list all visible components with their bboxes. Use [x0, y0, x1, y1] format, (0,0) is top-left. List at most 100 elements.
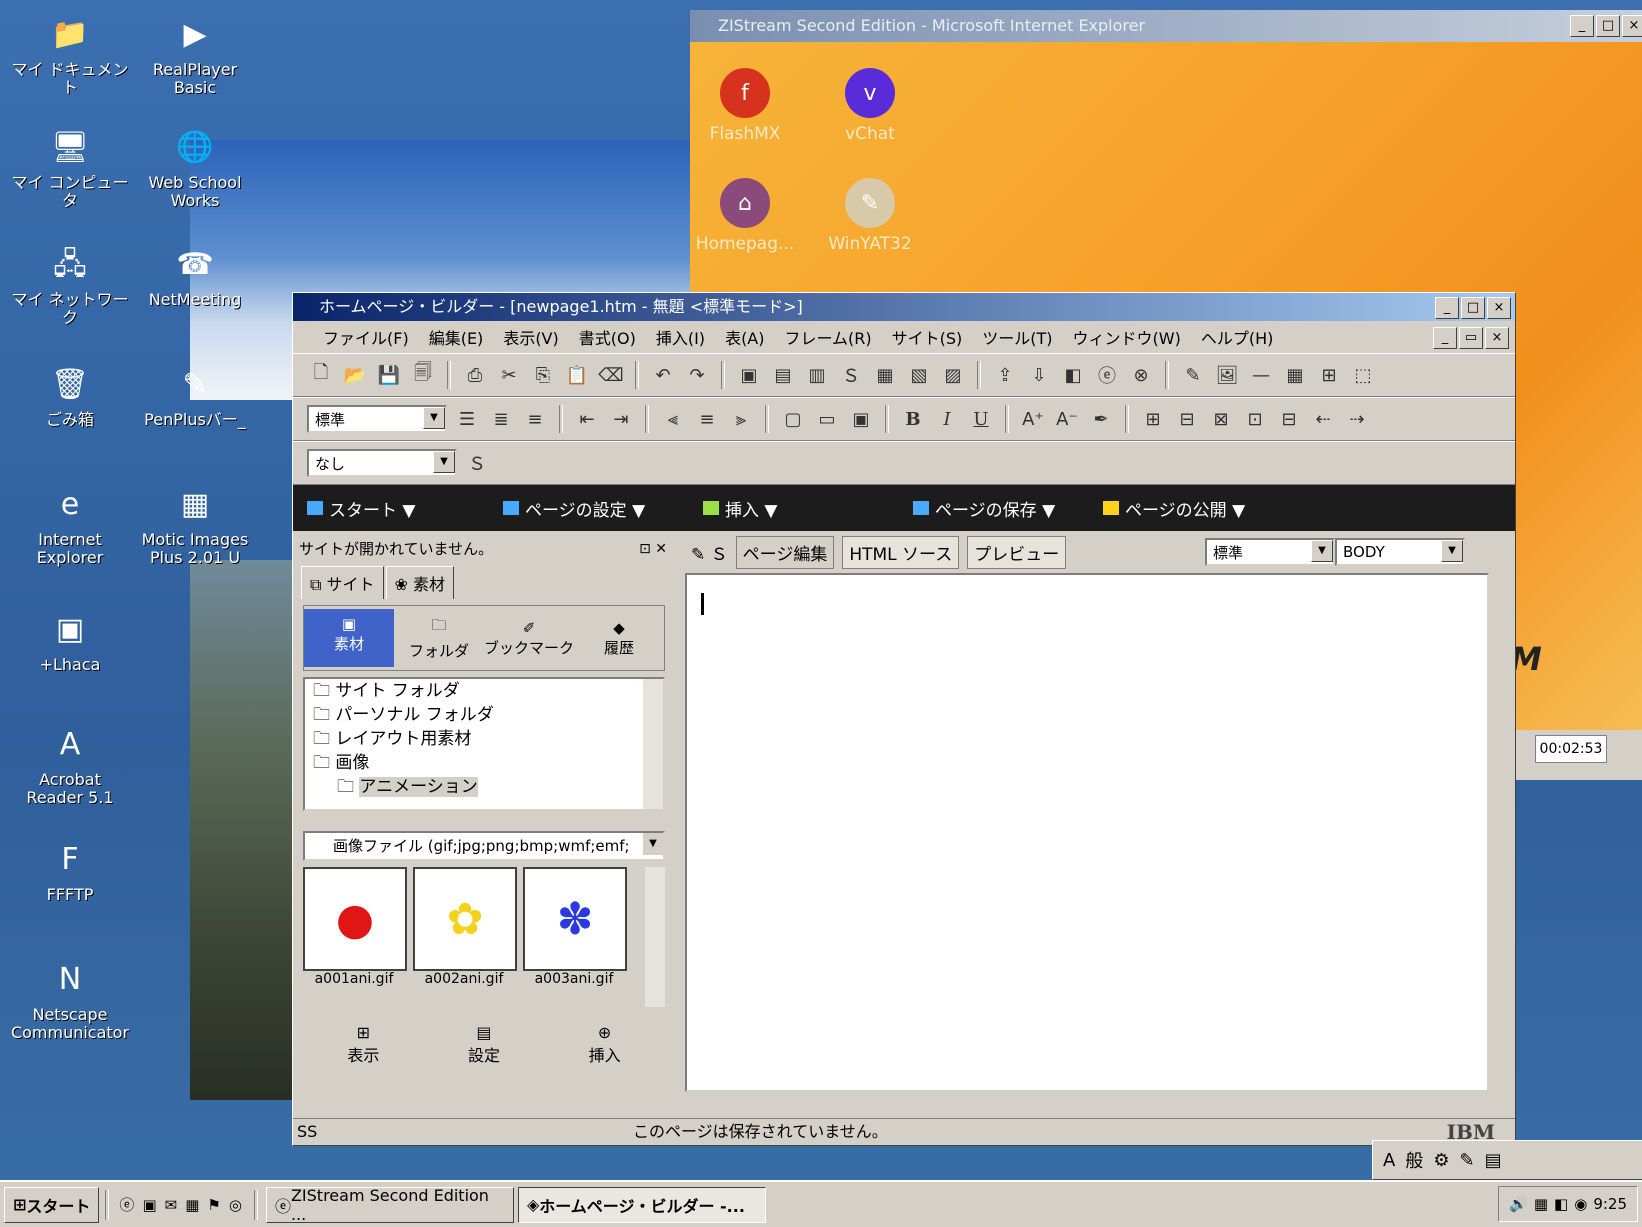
- list-icon[interactable]: ☰: [453, 405, 481, 433]
- panel-controls[interactable]: ⊡ ✕: [639, 535, 667, 563]
- thumbnail[interactable]: ✿ a002ani.gif: [413, 867, 517, 1007]
- table-left-icon[interactable]: ⇠: [1309, 405, 1337, 433]
- cut-icon[interactable]: ✂: [495, 361, 523, 389]
- page-editor[interactable]: [685, 573, 1489, 1092]
- align-right-icon[interactable]: ⫸: [727, 405, 755, 433]
- box-icon[interactable]: ▢: [779, 405, 807, 433]
- mode-combo[interactable]: 標準 ▼: [1205, 538, 1335, 566]
- definition-list-icon[interactable]: ≡: [521, 405, 549, 433]
- chevron-down-icon[interactable]: ▼: [1441, 540, 1463, 562]
- task-builder[interactable]: ◈ ホームページ・ビルダー -...: [517, 1186, 766, 1223]
- view-layout-icon[interactable]: ▧: [905, 361, 933, 389]
- start-button[interactable]: ⊞ スタート: [4, 1186, 100, 1223]
- ime-pad-icon[interactable]: ✎: [1459, 1150, 1474, 1171]
- browser-icon[interactable]: ⓔ: [1093, 361, 1121, 389]
- tree-item[interactable]: 🗀 レイアウト用素材: [313, 727, 663, 751]
- box3-icon[interactable]: ▣: [847, 405, 875, 433]
- insert-material-button[interactable]: ⊕ 挿入: [589, 1023, 621, 1066]
- quicklaunch-app3-icon[interactable]: ◎: [229, 1196, 242, 1214]
- menu-item[interactable]: 編集(E): [429, 325, 484, 349]
- new-page-icon[interactable]: 🗋: [307, 361, 335, 389]
- chevron-down-icon[interactable]: ▼: [423, 407, 445, 429]
- upload-icon[interactable]: ⇪: [991, 361, 1019, 389]
- close-button[interactable]: ×: [1487, 297, 1511, 319]
- tree-item[interactable]: 🗀 サイト フォルダ: [313, 679, 663, 703]
- preview-icon[interactable]: ◧: [1059, 361, 1087, 389]
- undo-icon[interactable]: ↶: [649, 361, 677, 389]
- table-right-icon[interactable]: ⇢: [1343, 405, 1371, 433]
- font-smaller-icon[interactable]: A⁻: [1053, 405, 1081, 433]
- ie-page-icon[interactable]: f FlashMX: [690, 68, 800, 144]
- view-edit-icon[interactable]: ▣: [735, 361, 763, 389]
- bookmark-button[interactable]: ✐ ブックマーク: [484, 619, 574, 658]
- menu-item[interactable]: サイト(S): [892, 325, 963, 349]
- download-icon[interactable]: ⇩: [1025, 361, 1053, 389]
- quicklaunch-app2-icon[interactable]: ⚑: [207, 1196, 220, 1214]
- save-page-button[interactable]: ページの保存 ▼: [913, 496, 1055, 521]
- layout-frame-icon[interactable]: ⬚: [1349, 361, 1377, 389]
- view-button[interactable]: ⊞ 表示: [347, 1023, 379, 1066]
- font-bigger-icon[interactable]: A⁺: [1019, 405, 1047, 433]
- image-icon[interactable]: 🖼: [1213, 361, 1241, 389]
- table-col-icon[interactable]: ⊟: [1173, 405, 1201, 433]
- save-all-icon[interactable]: 🗐: [409, 361, 437, 389]
- align-center-icon[interactable]: ≡: [693, 405, 721, 433]
- save-icon[interactable]: 💾: [375, 361, 403, 389]
- maximize-button[interactable]: □: [1461, 297, 1485, 319]
- task-ie[interactable]: ⓔ ZIStream Second Edition ...: [265, 1186, 514, 1224]
- mdi-minimize-button[interactable]: _: [1433, 327, 1457, 349]
- material-button[interactable]: ▣ 素材: [304, 609, 394, 667]
- bold-button[interactable]: B: [899, 405, 927, 433]
- ime-conv[interactable]: 般: [1405, 1147, 1423, 1173]
- ie-page-icon[interactable]: v vChat: [815, 68, 925, 144]
- quicklaunch-ie-icon[interactable]: ⓔ: [119, 1194, 134, 1215]
- desktop-icon[interactable]: ✎ PenPlusバー_: [135, 365, 255, 429]
- desktop-icon[interactable]: ▶ RealPlayer Basic: [135, 15, 255, 97]
- publish-page-button[interactable]: ページの公開 ▼: [1103, 496, 1245, 521]
- desktop-icon[interactable]: ☎ NetMeeting: [135, 245, 255, 309]
- script-icon[interactable]: Ｓ: [463, 449, 491, 477]
- print-icon[interactable]: ⎙: [461, 361, 489, 389]
- italic-button[interactable]: I: [933, 405, 961, 433]
- view-frame-icon[interactable]: ▤: [769, 361, 797, 389]
- thumbnail[interactable]: ✽ a003ani.gif: [523, 867, 627, 1007]
- tab-page-edit[interactable]: ページ編集: [735, 535, 835, 569]
- menu-item[interactable]: ファイル(F): [323, 325, 409, 349]
- chevron-down-icon[interactable]: ▼: [433, 451, 455, 473]
- menu-item[interactable]: 挿入(I): [656, 325, 705, 349]
- numbered-list-icon[interactable]: ≣: [487, 405, 515, 433]
- desktop-icon[interactable]: 🖥 マイ コンピュータ: [10, 128, 130, 210]
- quicklaunch-outlook-icon[interactable]: ✉: [165, 1196, 178, 1214]
- tab-preview[interactable]: プレビュー: [967, 535, 1067, 569]
- thumb-scrollbar[interactable]: [645, 867, 665, 1007]
- history-button[interactable]: ◆ 履歴: [574, 619, 664, 658]
- desktop-icon[interactable]: 🌐 Web School Works: [135, 128, 255, 210]
- mdi-close-button[interactable]: ×: [1485, 327, 1509, 349]
- stop-icon[interactable]: ⊗: [1127, 361, 1155, 389]
- mdi-restore-button[interactable]: ▭: [1459, 327, 1483, 349]
- desktop-icon[interactable]: 📁 マイ ドキュメント: [10, 15, 130, 97]
- menu-item[interactable]: ウィンドウ(W): [1073, 325, 1181, 349]
- tree-scrollbar[interactable]: [643, 679, 663, 809]
- redo-icon[interactable]: ↷: [683, 361, 711, 389]
- quicklaunch-desktop-icon[interactable]: ▣: [142, 1196, 156, 1214]
- desktop-icon[interactable]: F FFFTP: [10, 840, 130, 904]
- tab-html-source[interactable]: HTML ソース: [842, 535, 960, 569]
- desktop-icon[interactable]: ▣ +Lhaca: [10, 610, 130, 674]
- align-left-icon[interactable]: ⫷: [659, 405, 687, 433]
- view-table-icon[interactable]: ▦: [871, 361, 899, 389]
- desktop-icon[interactable]: N Netscape Communicator: [10, 960, 130, 1042]
- volume-icon[interactable]: 🔊: [1509, 1195, 1528, 1213]
- chevron-down-icon[interactable]: ▼: [1311, 540, 1333, 562]
- box2-icon[interactable]: ▭: [813, 405, 841, 433]
- table-icon[interactable]: ▦: [1281, 361, 1309, 389]
- outdent-icon[interactable]: ⇤: [573, 405, 601, 433]
- tree-item[interactable]: 🗀 画像: [313, 751, 663, 775]
- indent-icon[interactable]: ⇥: [607, 405, 635, 433]
- tree-item[interactable]: 🗀 パーソナル フォルダ: [313, 703, 663, 727]
- thumbnail[interactable]: ● a001ani.gif: [303, 867, 407, 1007]
- grid-icon[interactable]: ⊞: [1315, 361, 1343, 389]
- desktop-icon[interactable]: 🗑 ごみ箱: [10, 365, 130, 429]
- paragraph-style-combo[interactable]: 標準 ▼: [307, 405, 447, 433]
- builder-titlebar[interactable]: ホームページ・ビルダー - [newpage1.htm - 無題 <標準モード>…: [293, 293, 1515, 321]
